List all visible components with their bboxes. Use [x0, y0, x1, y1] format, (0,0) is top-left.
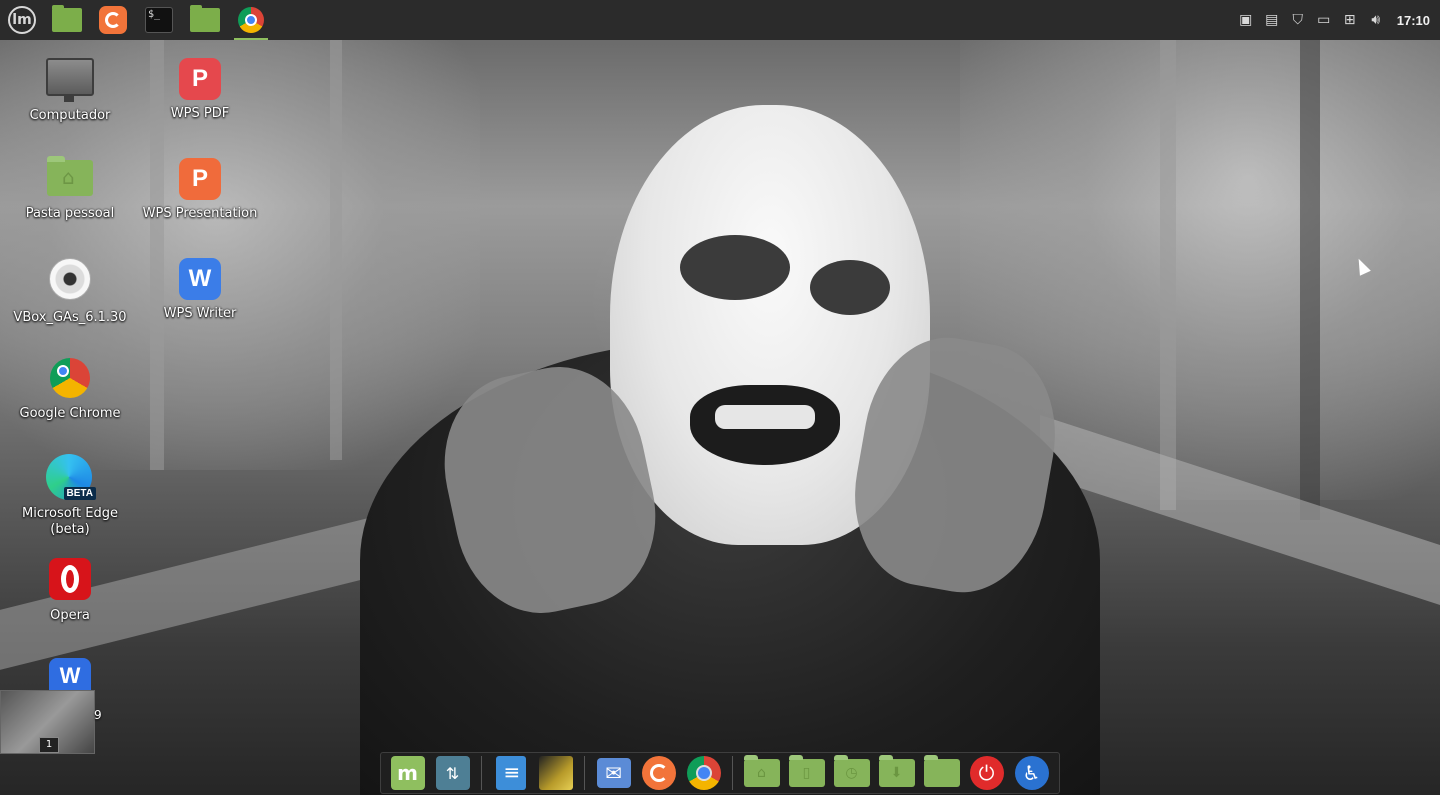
folder-icon: [52, 5, 82, 32]
disc-icon: [49, 258, 91, 300]
workspace-switcher[interactable]: 1: [0, 690, 95, 754]
home-folder-icon: ⌂: [743, 755, 780, 787]
desktop-icon-label: WPS Writer: [163, 306, 237, 321]
volume-icon[interactable]: 🔊︎: [1367, 11, 1385, 29]
dock-recent-folder[interactable]: ◷: [829, 753, 874, 793]
documents-folder-icon: ▯: [788, 755, 825, 787]
dock-separator: [481, 756, 482, 790]
chrome-icon: [50, 358, 90, 398]
desktop-icon-label: Pasta pessoal: [25, 206, 115, 221]
camera-icon[interactable]: ▣: [1237, 11, 1255, 29]
system-tray: ▣ ▤ ⛉ ▭ ⊞ 🔊︎ 17:10: [1237, 11, 1440, 29]
workspace-number: 1: [39, 737, 59, 753]
desktop-icon-vbox[interactable]: VBox_GAs_6.1.30: [10, 258, 130, 326]
image-viewer-icon: [538, 756, 573, 790]
wallpaper-mask-eye: [680, 235, 790, 300]
desktop-icon-edge[interactable]: BETA Microsoft Edge (beta): [10, 454, 130, 538]
shield-icon[interactable]: ⛉: [1289, 11, 1307, 29]
dock-separator: [732, 756, 733, 790]
chrome-icon: [686, 756, 721, 790]
folder-icon: [923, 755, 960, 787]
wallpaper-mask-eye: [810, 260, 890, 315]
dock-power[interactable]: ⏻: [964, 753, 1009, 793]
taskbar-terminal[interactable]: $_: [136, 0, 182, 40]
wps-pdf-icon: P: [179, 58, 221, 100]
opera-icon: [49, 558, 91, 600]
clipboard-icon[interactable]: ▤: [1263, 11, 1281, 29]
dock-image-viewer[interactable]: [533, 753, 578, 793]
wps-writer-icon: W: [179, 258, 221, 300]
dock-mint-menu[interactable]: m: [385, 753, 430, 793]
terminal-icon: $_: [145, 7, 173, 33]
notes-icon[interactable]: ▭: [1315, 11, 1333, 29]
desktop-icon-label: Microsoft Edge (beta): [21, 506, 118, 537]
dock-folder[interactable]: [919, 753, 964, 793]
home-folder-icon: [47, 156, 93, 196]
update-manager-icon: ⇅: [435, 756, 470, 790]
mint-menu-icon: m: [390, 756, 425, 790]
desktop-icon-label: WPS PDF: [170, 106, 230, 121]
linux-mint-menu-icon: lm: [8, 6, 36, 34]
firefox-icon: [641, 756, 676, 790]
desktop-icon-chrome[interactable]: Google Chrome: [10, 358, 130, 422]
wallpaper-beam: [1300, 40, 1320, 520]
text-editor-icon: [495, 756, 526, 790]
taskbar-files-2[interactable]: [182, 0, 228, 40]
wallpaper-beam: [330, 40, 342, 460]
desktop-icon-wps-pdf[interactable]: P WPS PDF: [140, 58, 260, 122]
dock-update-manager[interactable]: ⇅: [430, 753, 475, 793]
computer-icon: [46, 58, 94, 102]
mail-icon: ✉: [596, 758, 631, 788]
desktop-icon-wps-writer[interactable]: W WPS Writer: [140, 258, 260, 322]
desktop-icon-label: Google Chrome: [19, 406, 121, 421]
power-icon: ⏻: [969, 756, 1004, 790]
dock-chrome[interactable]: [681, 753, 726, 793]
desktop-icon-wps-presentation[interactable]: P WPS Presentation: [140, 158, 260, 222]
network-icon[interactable]: ⊞: [1341, 11, 1359, 29]
desktop-wallpaper: [0, 40, 1440, 795]
desktop-icon-label: Opera: [50, 608, 90, 623]
beta-badge: BETA: [63, 487, 96, 500]
dock-accessibility[interactable]: ♿︎: [1009, 753, 1054, 793]
recent-folder-icon: ◷: [833, 755, 870, 787]
firefox-icon: [99, 6, 127, 34]
wps-office-icon: W: [49, 658, 91, 694]
dock-documents-folder[interactable]: ▯: [784, 753, 829, 793]
dock-home-folder[interactable]: ⌂: [739, 753, 784, 793]
desktop-icon-label: WPS Presentation: [142, 206, 258, 221]
wps-presentation-icon: P: [179, 158, 221, 200]
dock-firefox[interactable]: [636, 753, 681, 793]
desktop-icon-computer[interactable]: Computador: [10, 58, 130, 124]
top-panel: lm $_ ▣ ▤ ⛉ ▭ ⊞ 🔊︎ 17:10: [0, 0, 1440, 40]
dock-separator: [584, 756, 585, 790]
wallpaper-beam: [1160, 40, 1176, 510]
accessibility-icon: ♿︎: [1014, 756, 1049, 790]
clock[interactable]: 17:10: [1397, 13, 1430, 28]
downloads-folder-icon: ⬇: [878, 755, 915, 787]
partial-desktop-label: 9: [94, 708, 102, 722]
taskbar-chrome[interactable]: [228, 0, 274, 40]
desktop-icon-opera[interactable]: Opera: [10, 558, 130, 624]
edge-beta-icon: BETA: [46, 454, 96, 500]
taskbar-firefox[interactable]: [90, 0, 136, 40]
dock-text-editor[interactable]: [488, 753, 533, 793]
bottom-dock: m ⇅ ✉ ⌂ ▯ ◷ ⬇ ⏻ ♿︎: [380, 752, 1060, 794]
desktop-icon-home[interactable]: Pasta pessoal: [10, 156, 130, 222]
taskbar-files[interactable]: [44, 0, 90, 40]
wallpaper-teeth: [715, 405, 815, 429]
desktop-icon-label: VBox_GAs_6.1.30: [13, 310, 127, 325]
desktop-icon-wps-office[interactable]: W: [10, 658, 130, 694]
menu-button[interactable]: lm: [0, 0, 44, 40]
dock-downloads-folder[interactable]: ⬇: [874, 753, 919, 793]
folder-icon: [190, 5, 220, 32]
desktop-icon-label: Computador: [29, 108, 111, 123]
chrome-icon: [238, 7, 264, 33]
dock-mail[interactable]: ✉: [591, 753, 636, 793]
